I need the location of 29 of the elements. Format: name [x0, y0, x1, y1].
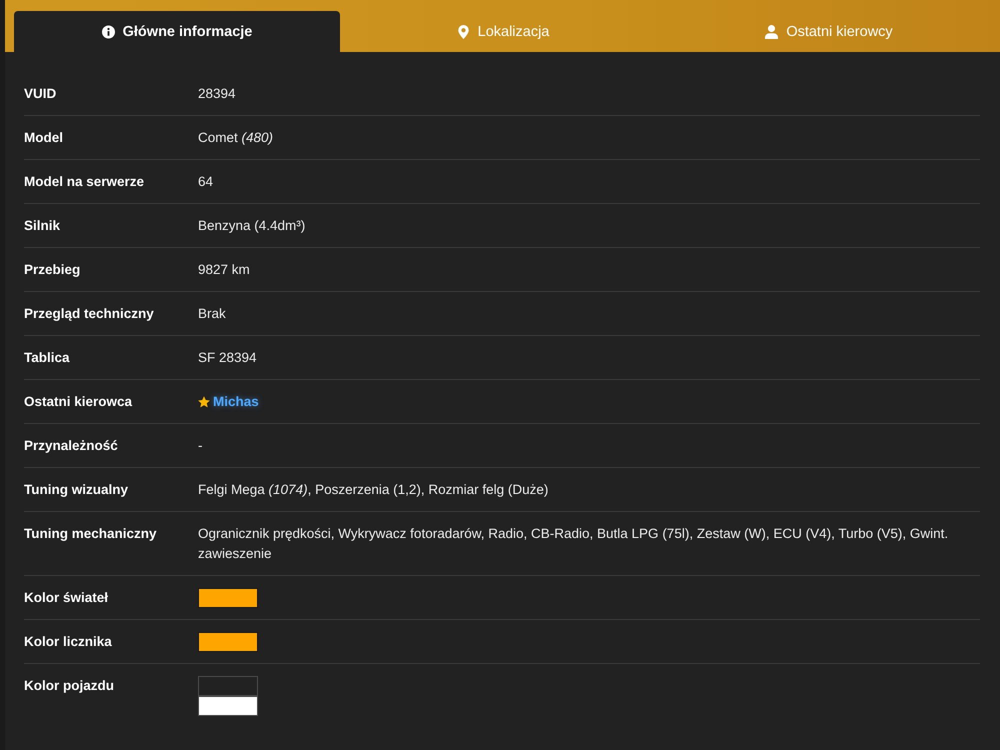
field-value: 28394	[198, 85, 237, 103]
field-value: Benzyna (4.4dm³)	[198, 217, 306, 235]
field-label: Tuning wizualny	[24, 481, 129, 499]
field-label: Tablica	[24, 349, 71, 367]
field-label: Kolor pojazdu	[24, 677, 115, 695]
field-value: Brak	[198, 305, 227, 323]
field-label: Kolor licznika	[24, 633, 113, 651]
field-value: SF 28394	[198, 349, 258, 367]
field-label: Przebieg	[24, 261, 82, 279]
user-icon	[765, 24, 778, 38]
field-label: Przynależność	[24, 437, 119, 455]
field-value: -	[198, 437, 204, 455]
tab[interactable]: Główne informacje	[14, 11, 340, 52]
field-value: Comet (480)	[198, 129, 274, 147]
field-value: 64	[198, 173, 214, 191]
field-label: Przegląd techniczny	[24, 305, 155, 323]
field-label: VUID	[24, 85, 58, 103]
field-label: Tuning mechaniczny	[24, 525, 158, 543]
info-icon	[102, 24, 115, 38]
field-label: Kolor świateł	[24, 589, 110, 607]
field-label: Ostatni kierowca	[24, 393, 134, 411]
map-pin-icon	[456, 24, 470, 38]
field-value: Felgi Mega (1074), Poszerzenia (1,2), Rozmiar felg (Duże)	[198, 481, 550, 499]
field-value: 9827 km	[198, 261, 251, 279]
field-label: Model na serwerze	[24, 173, 146, 191]
driver-link[interactable]: Michas	[213, 392, 259, 412]
field-label: Silnik	[24, 217, 62, 235]
field-label: Model	[24, 129, 64, 147]
field-value: Ogranicznik prędkości, Wykrywacz fotoradarów, Radio, CB-Radio, Butla LPG (75l), Zestaw (W), ECU (V4), Turbo (V5), Gwint. zawieszenie	[198, 525, 950, 563]
